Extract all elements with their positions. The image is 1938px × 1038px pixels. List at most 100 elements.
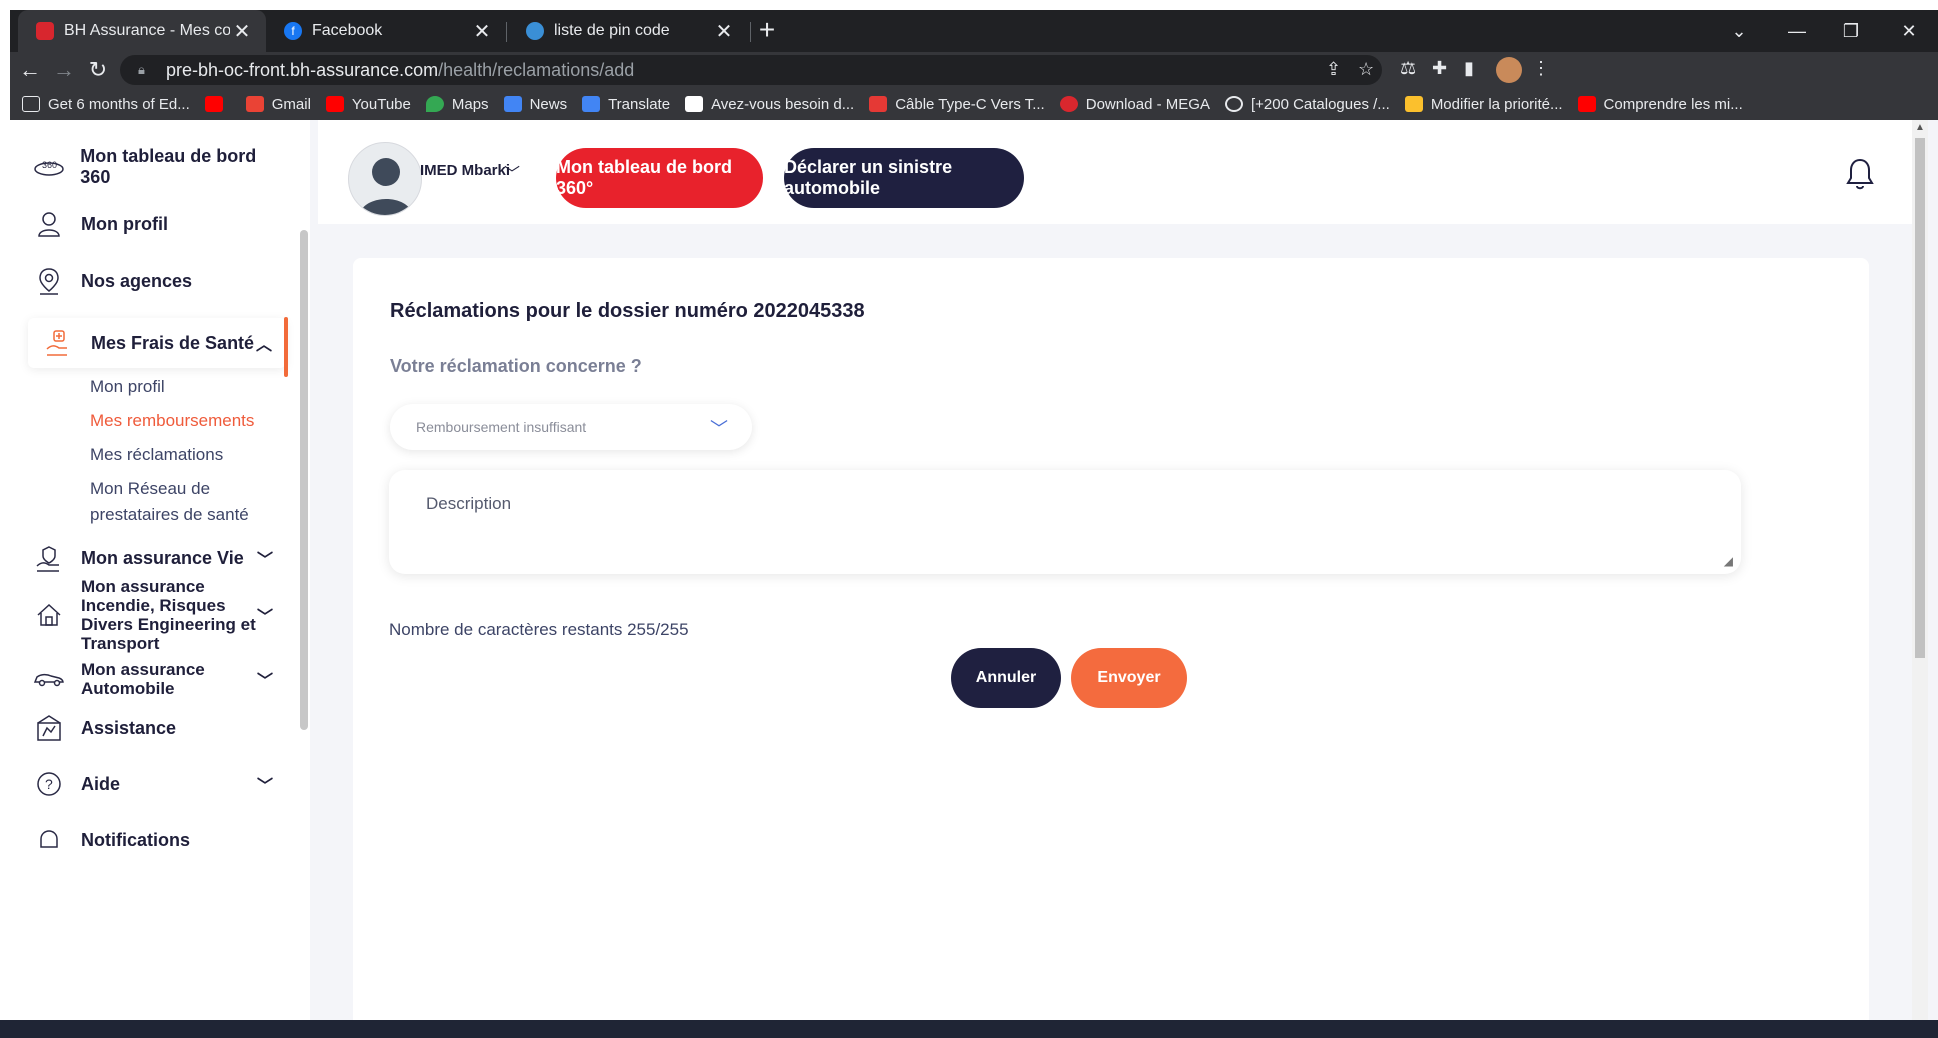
active-indicator: [284, 317, 288, 377]
bookmark[interactable]: [204, 96, 231, 112]
bookmark[interactable]: Get 6 months of Ed...: [22, 96, 190, 113]
chevron-down-icon[interactable]: ﹀: [257, 546, 273, 570]
chevron-down-icon[interactable]: ﹀: [257, 603, 273, 627]
description-textarea[interactable]: Description ◢: [389, 470, 1741, 574]
cancel-button[interactable]: Annuler: [951, 648, 1061, 708]
tab-facebook[interactable]: f Facebook ✕: [266, 10, 506, 52]
chevron-up-icon[interactable]: ︿: [256, 331, 272, 355]
chevron-down-icon[interactable]: ﹀: [504, 160, 520, 184]
bookmark[interactable]: Modifier la priorité...: [1404, 95, 1563, 113]
close-tab-icon[interactable]: ✕: [470, 19, 494, 44]
scroll-up-icon[interactable]: ▲: [1915, 122, 1925, 133]
tab-bar: BH Assurance - Mes contrats ✕ f Facebook…: [10, 10, 1938, 52]
sidebar-item-label: Assistance: [81, 717, 177, 738]
bell-icon: [32, 825, 66, 855]
sidebar-item-fire[interactable]: Mon assurance Incendie, Risques Divers E…: [32, 577, 287, 653]
page-scrollbar-thumb[interactable]: [1915, 138, 1925, 658]
sidebar-item-auto[interactable]: Mon assurance Automobile ﹀: [32, 657, 287, 701]
sidebar: 360 Mon tableau de bord 360 Mon profil N…: [10, 120, 310, 1038]
menu-kebab-icon[interactable]: ⋮: [1532, 58, 1550, 79]
restore-icon[interactable]: ❐: [1822, 10, 1880, 52]
bookmark-label: Modifier la priorité...: [1430, 95, 1563, 113]
side-panel-icon[interactable]: ▮: [1464, 58, 1474, 79]
sidebar-item-health[interactable]: Mes Frais de Santé ︿: [28, 318, 286, 368]
sidebar-item-label: Nos agences: [81, 270, 193, 291]
tab-bh-assurance[interactable]: BH Assurance - Mes contrats ✕: [18, 10, 266, 52]
claim-type-select[interactable]: Remboursement insuffisant ﹀: [390, 404, 752, 450]
sidebar-item-profile[interactable]: Mon profil: [32, 209, 287, 239]
username[interactable]: IMED Mbarki: [420, 162, 510, 179]
resize-handle-icon[interactable]: ◢: [1724, 554, 1733, 568]
user-icon: [32, 209, 66, 239]
sidebar-subitem-claims[interactable]: Mes réclamations: [90, 442, 223, 468]
dashboard-360-button[interactable]: Mon tableau de bord 360°: [556, 148, 763, 208]
bookmark[interactable]: Comprendre les mi...: [1577, 95, 1743, 113]
sidebar-subitem-profile[interactable]: Mon profil: [90, 374, 165, 400]
send-button[interactable]: Envoyer: [1071, 648, 1187, 708]
sidebar-subitem-reimbursements[interactable]: Mes remboursements: [90, 408, 254, 434]
bookmark[interactable]: Download - MEGA: [1059, 95, 1210, 113]
sidebar-scrollbar[interactable]: [300, 230, 308, 730]
bookmark-label: Comprendre les mi...: [1603, 95, 1743, 113]
chevron-down-icon[interactable]: ﹀: [257, 667, 273, 691]
bookmark-label: Gmail: [271, 95, 311, 113]
sidebar-item-agencies[interactable]: Nos agences: [32, 266, 287, 296]
chevron-down-icon[interactable]: ﹀: [257, 772, 273, 796]
close-tab-icon[interactable]: ✕: [712, 19, 736, 44]
bookmark[interactable]: Avez-vous besoin d...: [685, 96, 854, 113]
puzzle-icon[interactable]: ✚: [1432, 58, 1447, 79]
svg-text:?: ?: [45, 776, 53, 792]
bookmark-label: YouTube: [351, 95, 411, 113]
claim-form-card: Réclamations pour le dossier numéro 2022…: [353, 258, 1869, 1038]
tab-pin-code[interactable]: liste de pin code ✕: [508, 10, 748, 52]
declare-claim-button[interactable]: Déclarer un sinistre automobile: [784, 148, 1024, 208]
share-icon[interactable]: ⇪: [1326, 59, 1341, 80]
bookmark-label: [+200 Catalogues /...: [1250, 95, 1390, 113]
sidebar-item-notifications[interactable]: Notifications: [32, 825, 287, 855]
sidebar-item-label: Mes Frais de Santé: [91, 332, 255, 353]
star-icon[interactable]: ☆: [1358, 59, 1374, 80]
bookmark-label: News: [529, 95, 568, 113]
forward-icon[interactable]: →: [50, 56, 78, 84]
extension-translate-icon[interactable]: ⚖: [1400, 58, 1416, 79]
bookmark[interactable]: Translate: [582, 96, 670, 113]
url-path: /health/reclamations/add: [438, 59, 635, 80]
tab-search-chevron-icon[interactable]: ⌄: [1710, 10, 1768, 52]
reload-icon[interactable]: ↻: [84, 56, 112, 84]
url-host: pre-bh-oc-front.bh-assurance.com: [166, 59, 439, 80]
bookmark[interactable]: YouTube: [325, 95, 411, 113]
sidebar-item-label: Mon profil: [81, 213, 168, 234]
user-avatar[interactable]: [348, 142, 422, 216]
sidebar-item-label: Mon assurance Incendie, Risques Divers E…: [81, 577, 256, 653]
marianne-icon: [685, 96, 704, 112]
close-window-icon[interactable]: ✕: [1880, 10, 1938, 52]
sidebar-subitem-network[interactable]: Mon Réseau de prestataires de santé: [90, 476, 280, 528]
cart-icon: [869, 96, 888, 112]
new-tab-icon[interactable]: +: [752, 16, 782, 46]
profile-avatar-icon[interactable]: [1496, 57, 1522, 83]
bh-favicon-icon: [36, 22, 54, 40]
page: 360 Mon tableau de bord 360 Mon profil N…: [10, 120, 1938, 1038]
address-bar[interactable]: 🔒︎ pre-bh-oc-front.bh-assurance.com/heal…: [120, 55, 1382, 85]
bookmark[interactable]: Câble Type-C Vers T...: [869, 96, 1045, 113]
lightbulb-icon: [1404, 96, 1423, 112]
back-icon[interactable]: ←: [16, 56, 44, 84]
bookmark[interactable]: Maps: [425, 96, 489, 113]
gmail-icon: [245, 96, 264, 112]
bookmark[interactable]: News: [503, 95, 568, 113]
sidebar-item-life[interactable]: Mon assurance Vie ﹀: [32, 543, 287, 573]
bookmark[interactable]: Gmail: [245, 95, 311, 113]
bookmark-label: Download - MEGA: [1085, 95, 1210, 113]
mega-icon: [1059, 96, 1078, 112]
home-icon: [32, 600, 66, 630]
close-tab-icon[interactable]: ✕: [230, 19, 254, 44]
health-hand-icon: [42, 328, 76, 358]
notifications-bell-icon[interactable]: [1842, 156, 1878, 192]
description-placeholder: Description: [426, 494, 512, 513]
minimize-icon[interactable]: —: [1768, 10, 1826, 52]
tab-title: BH Assurance - Mes contrats: [64, 22, 230, 39]
sidebar-item-assistance[interactable]: Assistance: [32, 713, 287, 743]
sidebar-item-dashboard[interactable]: 360 Mon tableau de bord 360: [32, 146, 287, 187]
sidebar-item-help[interactable]: ? Aide ﹀: [32, 769, 287, 799]
bookmark[interactable]: [+200 Catalogues /...: [1224, 95, 1390, 113]
